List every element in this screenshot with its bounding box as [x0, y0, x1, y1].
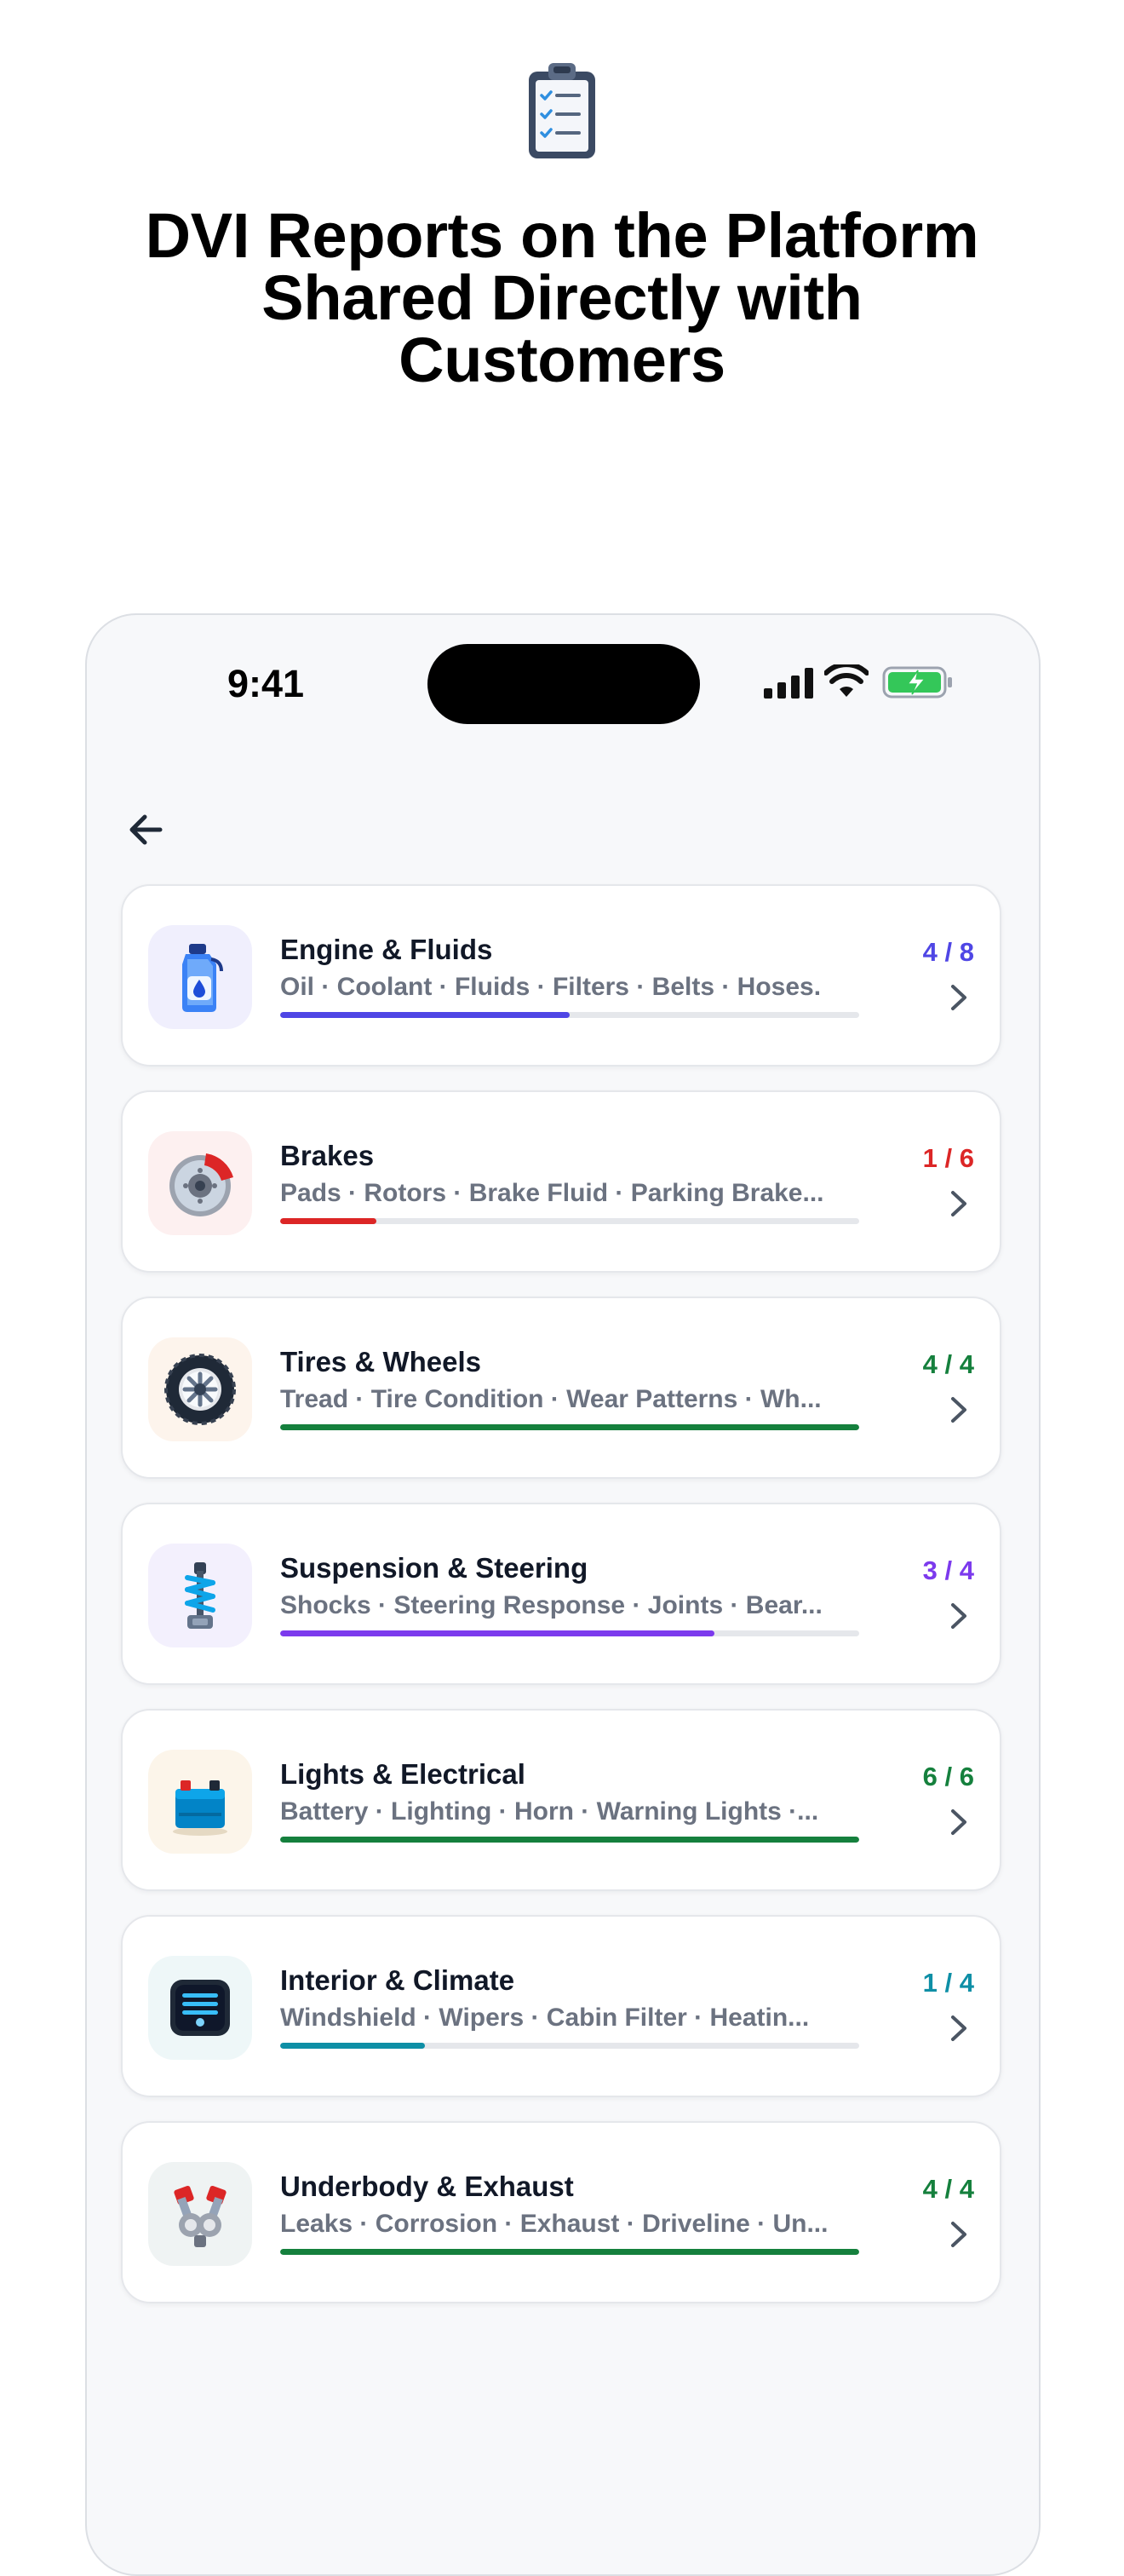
wifi-icon: [824, 664, 869, 697]
card-subtitle: Battery · Lighting · Horn · Warning Ligh…: [280, 1797, 819, 1826]
progress-fill: [280, 1012, 570, 1018]
category-card-underbody-exhaust[interactable]: Underbody & Exhaust Leaks · Corrosion · …: [121, 2121, 1001, 2303]
chevron-right-icon: [951, 2015, 966, 2041]
card-title: Brakes: [280, 1140, 375, 1171]
card-count: 4 / 4: [922, 2174, 974, 2204]
category-card-lights-electrical[interactable]: Lights & Electrical Battery · Lighting ·…: [121, 1709, 1001, 1891]
car-battery-icon: [173, 1780, 227, 1836]
card-subtitle: Tread · Tire Condition · Wear Patterns ·…: [280, 1385, 822, 1413]
card-count: 4 / 8: [922, 937, 974, 967]
chevron-right-icon: [951, 1397, 966, 1423]
category-card-engine-fluids[interactable]: Engine & Fluids Oil · Coolant · Fluids ·…: [121, 884, 1001, 1067]
signal-icon: [764, 668, 813, 699]
progress-fill: [280, 1837, 859, 1843]
brake-disc-icon: [169, 1153, 233, 1216]
card-subtitle: Leaks · Corrosion · Exhaust · Driveline …: [280, 2210, 829, 2238]
card-icon-box: [148, 925, 252, 1029]
card-count: 6 / 6: [922, 1762, 974, 1791]
category-card-interior-climate[interactable]: Interior & Climate Windshield · Wipers ·…: [121, 1915, 1001, 2097]
progress-fill: [280, 2249, 859, 2255]
card-count: 1 / 6: [922, 1143, 974, 1173]
progress-track: [280, 2043, 859, 2049]
progress-track: [280, 1837, 859, 1843]
chevron-right-icon: [951, 2222, 966, 2247]
card-title: Engine & Fluids: [280, 934, 493, 965]
card-icon-box: [148, 1750, 252, 1854]
engine-oil-bottle-icon: [182, 944, 223, 1012]
card-icon-box: [148, 1544, 252, 1647]
climate-control-icon: [170, 1980, 230, 2036]
exhaust-manifold-icon: [174, 2185, 227, 2247]
card-subtitle: Shocks · Steering Response · Joints · Be…: [280, 1591, 823, 1619]
chevron-right-icon: [951, 985, 966, 1010]
card-icon-box: [148, 1956, 252, 2060]
card-title: Tires & Wheels: [280, 1346, 481, 1377]
clipboard-checklist-icon: [529, 63, 595, 158]
chevron-right-icon: [951, 1191, 966, 1216]
progress-track: [280, 1218, 859, 1224]
dynamic-island: [427, 644, 700, 724]
progress-track: [280, 2249, 859, 2255]
page-title-line-1: DVI Reports on the Platform: [145, 200, 979, 271]
card-icon-box: [148, 1131, 252, 1235]
card-count: 3 / 4: [922, 1555, 974, 1585]
progress-fill: [280, 1218, 377, 1224]
category-card-tires-wheels[interactable]: Tires & Wheels Tread · Tire Condition · …: [121, 1297, 1001, 1479]
chevron-right-icon: [951, 1809, 966, 1835]
card-subtitle: Oil · Coolant · Fluids · Filters · Belts…: [280, 973, 822, 1001]
card-title: Interior & Climate: [280, 1964, 515, 1996]
progress-track: [280, 1424, 859, 1430]
card-count: 1 / 4: [922, 1968, 974, 1998]
chevron-right-icon: [951, 1603, 966, 1629]
back-arrow-icon[interactable]: [121, 804, 172, 855]
card-icon-box: [148, 1337, 252, 1441]
card-count: 4 / 4: [922, 1349, 974, 1379]
battery-charging-icon: [882, 666, 952, 699]
progress-track: [280, 1630, 859, 1636]
card-title: Underbody & Exhaust: [280, 2171, 574, 2202]
tire-wheel-icon: [164, 1354, 236, 1425]
page-title: DVI Reports on the Platform Shared Direc…: [85, 204, 1039, 392]
card-title: Lights & Electrical: [280, 1758, 525, 1790]
page-title-line-3: Customers: [399, 325, 725, 395]
status-time: 9:41: [227, 662, 305, 705]
progress-track: [280, 1012, 859, 1018]
card-subtitle: Pads · Rotors · Brake Fluid · Parking Br…: [280, 1179, 824, 1207]
progress-fill: [280, 1630, 714, 1636]
suspension-spring-icon: [185, 1562, 215, 1629]
progress-fill: [280, 2043, 425, 2049]
progress-fill: [280, 1424, 859, 1430]
card-icon-box: [148, 2162, 252, 2266]
page-title-line-2: Shared Directly with: [261, 262, 863, 333]
category-card-brakes[interactable]: Brakes Pads · Rotors · Brake Fluid · Par…: [121, 1090, 1001, 1273]
card-title: Suspension & Steering: [280, 1552, 588, 1584]
card-subtitle: Windshield · Wipers · Cabin Filter · Hea…: [280, 2004, 810, 2032]
phone-frame: 9:41 Engine & Fluids Oil · Coolant · Flu…: [85, 613, 1041, 2576]
category-card-suspension-steering[interactable]: Suspension & Steering Shocks · Steering …: [121, 1503, 1001, 1685]
